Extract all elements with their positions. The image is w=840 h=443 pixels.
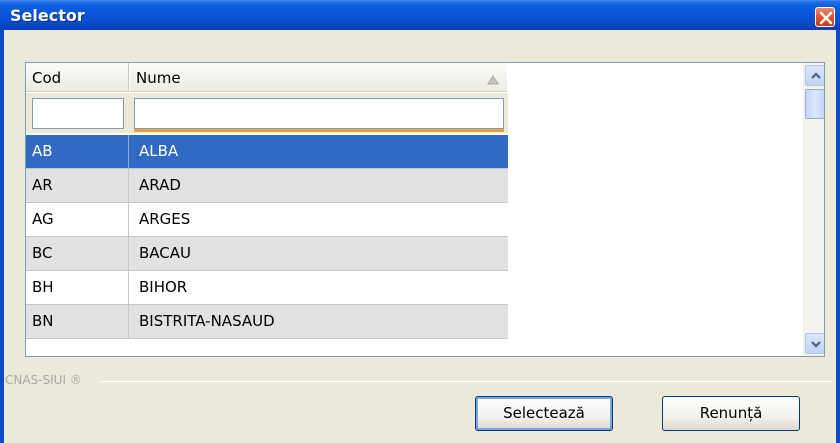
data-grid[interactable]: Cod Nume AB ALBA AR ARAD AG ARGES BC BAC… (25, 62, 825, 357)
column-header-cod[interactable]: Cod (26, 63, 129, 92)
cell-nume: ARAD (139, 176, 181, 194)
cell-cod: AG (26, 203, 129, 236)
cell-cod: BN (26, 305, 129, 338)
table-row[interactable]: BN BISTRITA-NASAUD (26, 305, 508, 339)
cancel-button[interactable]: Renunță (662, 396, 800, 431)
window-title: Selector (10, 6, 85, 25)
selector-window: Selector Cod Nume AB ALBA AR ARAD AG ARG… (0, 0, 840, 443)
column-header-label: Cod (32, 69, 62, 87)
window-frame-right (836, 30, 840, 443)
sort-ascending-icon (487, 75, 499, 85)
filter-focus-indicator (134, 129, 504, 132)
scroll-up-button[interactable] (805, 65, 824, 86)
table-row[interactable]: AR ARAD (26, 169, 508, 203)
scroll-down-button[interactable] (805, 333, 824, 354)
table-row[interactable]: BC BACAU (26, 237, 508, 271)
scrollbar-thumb[interactable] (805, 89, 824, 119)
filter-row (26, 93, 508, 133)
cell-nume: ALBA (139, 142, 179, 160)
footer-divider (100, 381, 832, 382)
column-header-nume[interactable]: Nume (130, 63, 507, 92)
table-row[interactable]: BH BIHOR (26, 271, 508, 305)
vertical-scrollbar[interactable] (803, 63, 824, 356)
window-frame-left (0, 30, 4, 443)
cell-cod: BH (26, 271, 129, 304)
nume-filter-input[interactable] (134, 98, 504, 129)
chevron-down-icon (811, 341, 821, 348)
cell-cod: BC (26, 237, 129, 270)
cell-nume: ARGES (139, 210, 191, 228)
close-button[interactable] (815, 7, 835, 27)
brand-label: CNAS-SIUI ® (5, 373, 82, 387)
column-header-label: Nume (136, 69, 181, 87)
cell-nume: BACAU (139, 244, 192, 262)
cell-cod: AB (26, 135, 129, 168)
title-bar[interactable]: Selector (0, 0, 840, 30)
table-row[interactable]: AB ALBA (26, 135, 508, 169)
close-icon (819, 11, 833, 25)
cod-filter-input[interactable] (32, 98, 124, 129)
cell-nume: BIHOR (139, 278, 188, 296)
grid-rows: AB ALBA AR ARAD AG ARGES BC BACAU BH BIH… (26, 135, 508, 339)
select-button[interactable]: Selectează (475, 396, 613, 431)
cell-cod: AR (26, 169, 129, 202)
chevron-up-icon (811, 72, 821, 79)
cell-nume: BISTRITA-NASAUD (139, 312, 275, 330)
table-row[interactable]: AG ARGES (26, 203, 508, 237)
